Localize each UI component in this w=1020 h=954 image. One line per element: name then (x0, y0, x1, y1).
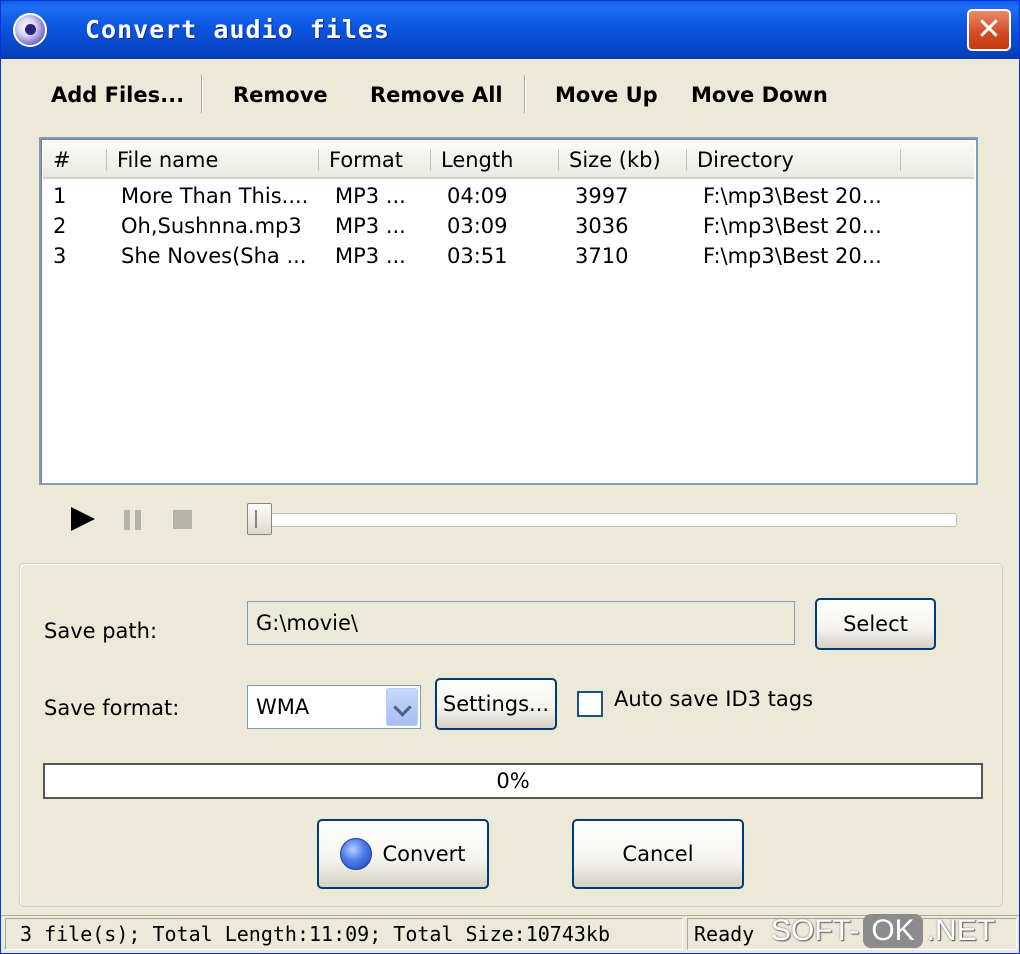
convert-icon (340, 838, 373, 870)
column-header-size[interactable]: Size (kb) (559, 141, 687, 177)
close-button[interactable]: ✕ (967, 9, 1011, 51)
column-header-number[interactable]: # (43, 141, 107, 177)
row-format: MP3 ... (335, 214, 406, 238)
column-header-file-name[interactable]: File name (107, 141, 319, 177)
remove-button[interactable]: Remove (233, 83, 328, 107)
row-size: 3997 (575, 184, 629, 208)
row-size: 3710 (575, 244, 629, 268)
auto-save-id3-label[interactable]: Auto save ID3 tags (614, 687, 813, 711)
auto-save-id3-checkbox[interactable] (577, 691, 603, 717)
row-file-name: More Than This.... (121, 184, 309, 208)
conversion-progress-bar: 0% (43, 763, 983, 799)
column-header-directory[interactable]: Directory (687, 141, 901, 177)
file-row[interactable]: 3 She Noves(Sha ... MP3 ... 03:51 3710 F… (43, 241, 974, 271)
file-list[interactable]: # File name Format Length Size (kb) Dire… (39, 137, 978, 485)
convert-button-label: Convert (382, 842, 466, 866)
convert-button[interactable]: Convert (317, 819, 489, 889)
status-summary: 3 file(s); Total Length:11:09; Total Siz… (5, 918, 683, 950)
row-length: 04:09 (447, 184, 508, 208)
row-number: 3 (53, 244, 67, 268)
settings-button[interactable]: Settings... (435, 678, 557, 730)
player-controls (1, 495, 1019, 547)
app-icon (13, 13, 47, 47)
watermark-part: SOFT- (771, 914, 860, 947)
row-length: 03:09 (447, 214, 508, 238)
toolbar-separator (201, 75, 203, 113)
row-size: 3036 (575, 214, 629, 238)
row-number: 1 (53, 184, 67, 208)
remove-all-button[interactable]: Remove All (370, 83, 503, 107)
row-format: MP3 ... (335, 244, 406, 268)
row-number: 2 (53, 214, 67, 238)
move-up-button[interactable]: Move Up (555, 83, 658, 107)
watermark-logo: SOFT- OK .NET (771, 909, 995, 953)
column-header-format[interactable]: Format (319, 141, 431, 177)
cancel-button[interactable]: Cancel (572, 819, 744, 889)
row-directory: F:\mp3\Best 20... (703, 214, 882, 238)
select-button[interactable]: Select (815, 598, 936, 650)
save-path-label: Save path: (44, 619, 158, 643)
stop-icon[interactable] (173, 510, 192, 529)
pause-icon[interactable] (123, 510, 143, 530)
row-format: MP3 ... (335, 184, 406, 208)
toolbar-separator (524, 75, 526, 113)
file-row[interactable]: 2 Oh,Sushnna.mp3 MP3 ... 03:09 3036 F:\m… (43, 211, 974, 241)
file-row[interactable]: 1 More Than This.... MP3 ... 04:09 3997 … (43, 181, 974, 211)
save-format-dropdown[interactable]: WMA (247, 685, 421, 729)
seek-slider-thumb[interactable] (247, 503, 272, 535)
move-down-button[interactable]: Move Down (691, 83, 828, 107)
play-icon[interactable] (71, 507, 95, 531)
file-list-header: # File name Format Length Size (kb) Dire… (43, 141, 974, 179)
save-format-label: Save format: (44, 696, 180, 720)
title-bar[interactable]: Convert audio files ✕ (1, 1, 1019, 59)
save-format-value: WMA (256, 695, 310, 719)
app-window: Convert audio files ✕ Add Files... Remov… (0, 0, 1020, 954)
chevron-down-icon[interactable] (386, 688, 418, 726)
column-header-length[interactable]: Length (431, 141, 559, 177)
watermark-part: OK (863, 914, 923, 948)
window-title: Convert audio files (85, 15, 390, 44)
add-files-button[interactable]: Add Files... (51, 83, 184, 107)
row-directory: F:\mp3\Best 20... (703, 184, 882, 208)
row-directory: F:\mp3\Best 20... (703, 244, 882, 268)
row-file-name: She Noves(Sha ... (121, 244, 307, 268)
toolbar: Add Files... Remove Remove All Move Up M… (1, 73, 1019, 123)
save-path-field[interactable]: G:\movie\ (247, 601, 795, 645)
row-length: 03:51 (447, 244, 508, 268)
seek-slider[interactable] (251, 513, 957, 527)
row-file-name: Oh,Sushnna.mp3 (121, 214, 302, 238)
watermark-part: .NET (926, 914, 996, 947)
progress-text: 0% (496, 769, 530, 793)
